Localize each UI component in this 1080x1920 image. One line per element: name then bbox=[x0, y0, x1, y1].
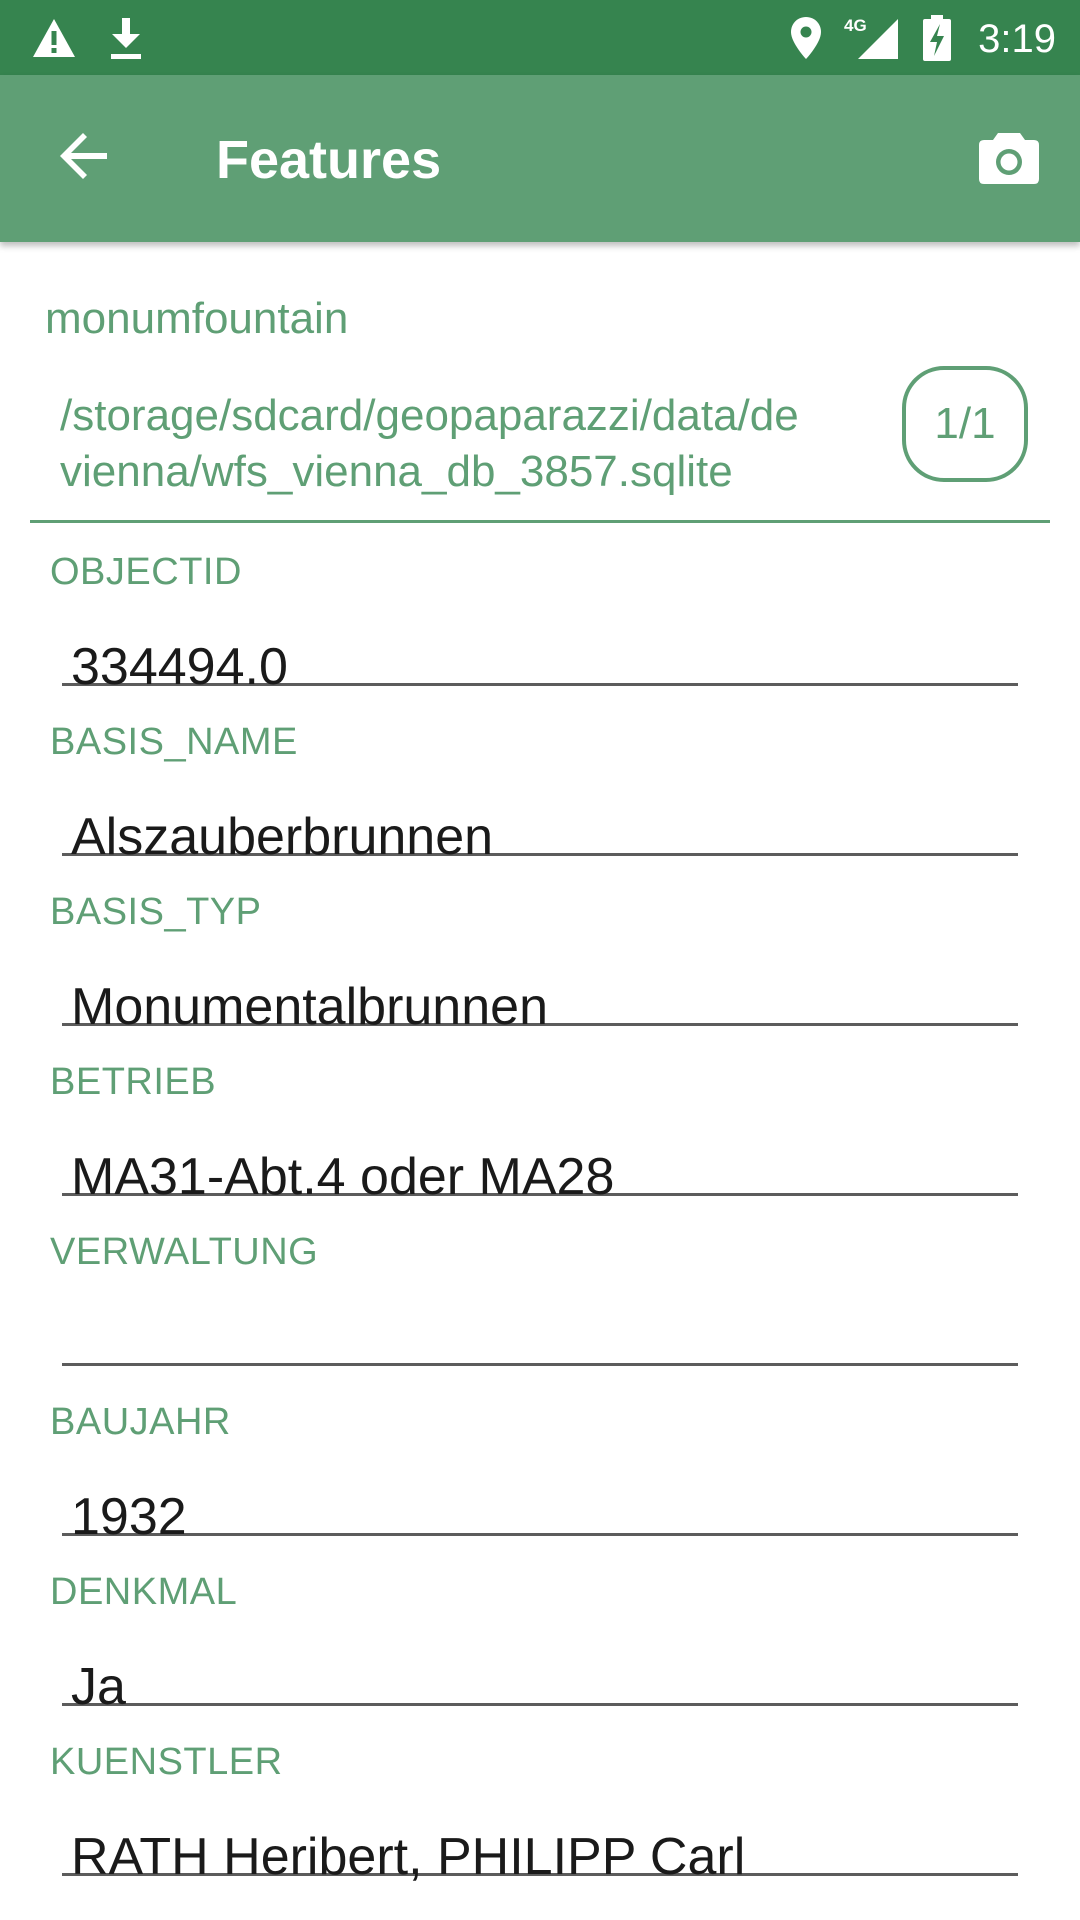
warning-icon bbox=[28, 0, 80, 75]
field-value: RATH Heribert, PHILIPP Carl bbox=[71, 1828, 746, 1886]
objectid-input[interactable]: 334494.0 bbox=[62, 613, 1018, 696]
field-label: BASIS_TYP bbox=[50, 891, 262, 933]
field-value: 334494.0 bbox=[71, 638, 288, 696]
database-path: /storage/sdcard/geopaparazzi/data/de vie… bbox=[60, 391, 799, 496]
camera-icon bbox=[978, 131, 1040, 190]
field-label: BASIS_NAME bbox=[50, 721, 298, 763]
features-screen: 4G 3:19 Features monumfountain /storage/… bbox=[0, 0, 1080, 1920]
field-verwaltung: VERWALTUNG bbox=[0, 1231, 1080, 1401]
signal-icon: 4G bbox=[842, 0, 900, 75]
page-title: Features bbox=[216, 130, 442, 190]
field-basis-name: BASIS_NAME Alszauberbrunnen bbox=[0, 721, 1080, 891]
layer-name: monumfountain bbox=[45, 294, 349, 343]
verwaltung-input[interactable] bbox=[62, 1293, 1018, 1366]
back-button[interactable] bbox=[40, 113, 130, 203]
betrieb-input[interactable]: MA31-Abt.4 oder MA28 bbox=[62, 1123, 1018, 1206]
field-label: VERWALTUNG bbox=[50, 1231, 319, 1273]
field-label: DENKMAL bbox=[50, 1571, 238, 1613]
field-label: BAUJAHR bbox=[50, 1401, 231, 1443]
svg-text:4G: 4G bbox=[844, 16, 867, 35]
field-basis-typ: BASIS_TYP Monumentalbrunnen bbox=[0, 891, 1080, 1061]
denkmal-input[interactable]: Ja bbox=[62, 1633, 1018, 1716]
arrow-back-icon bbox=[59, 130, 111, 187]
field-objectid: OBJECTID 334494.0 bbox=[0, 551, 1080, 721]
feature-content: monumfountain /storage/sdcard/geopaparaz… bbox=[0, 242, 1080, 1920]
header-divider bbox=[30, 520, 1050, 523]
field-baujahr: BAUJAHR 1932 bbox=[0, 1401, 1080, 1571]
status-time: 3:19 bbox=[978, 17, 1056, 61]
field-value: 1932 bbox=[71, 1488, 187, 1546]
kuenstler-input[interactable]: RATH Heribert, PHILIPP Carl bbox=[62, 1803, 1018, 1886]
field-denkmal: DENKMAL Ja bbox=[0, 1571, 1080, 1741]
download-icon bbox=[100, 0, 152, 75]
field-value: Ja bbox=[71, 1658, 126, 1716]
feature-counter-button[interactable]: 1/1 bbox=[902, 366, 1028, 482]
app-bar: Features bbox=[0, 75, 1080, 242]
basis-name-input[interactable]: Alszauberbrunnen bbox=[62, 783, 1018, 866]
field-value: MA31-Abt.4 oder MA28 bbox=[71, 1148, 615, 1206]
field-label: BETRIEB bbox=[50, 1061, 217, 1103]
field-value: Monumentalbrunnen bbox=[71, 978, 548, 1036]
baujahr-input[interactable]: 1932 bbox=[62, 1463, 1018, 1546]
battery-charging-icon bbox=[918, 0, 956, 75]
basis-typ-input[interactable]: Monumentalbrunnen bbox=[62, 953, 1018, 1036]
field-betrieb: BETRIEB MA31-Abt.4 oder MA28 bbox=[0, 1061, 1080, 1231]
field-label: KUENSTLER bbox=[50, 1741, 283, 1783]
field-label: OBJECTID bbox=[50, 551, 242, 593]
location-icon bbox=[786, 0, 826, 75]
field-kuenstler: KUENSTLER RATH Heribert, PHILIPP Carl bbox=[0, 1741, 1080, 1911]
status-bar: 4G 3:19 bbox=[0, 0, 1080, 75]
field-value: Alszauberbrunnen bbox=[71, 808, 494, 866]
camera-button[interactable] bbox=[964, 115, 1054, 205]
